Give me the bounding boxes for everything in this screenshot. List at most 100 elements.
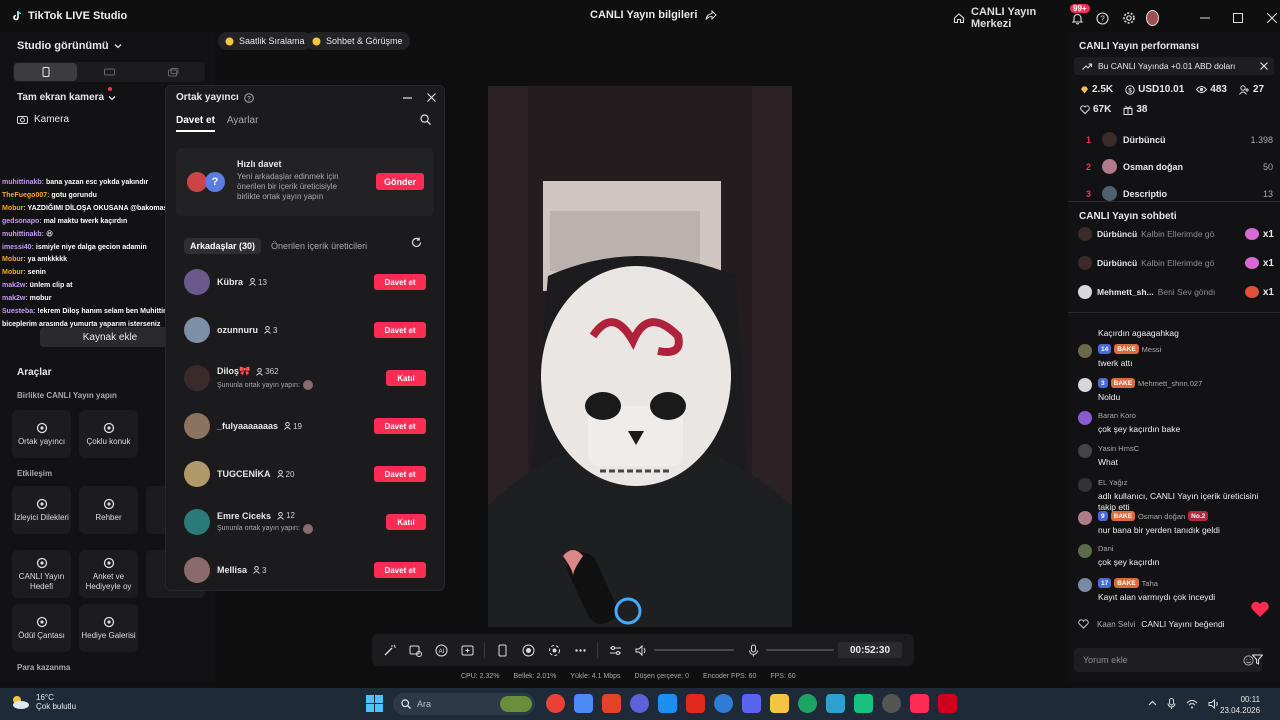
ai-icon[interactable]: AI [428,634,454,666]
diamonds-value: 2.5K [1092,84,1114,95]
comment-input[interactable]: Yorum ekle [1074,648,1262,672]
stream-stats: CPU: 2.32% Bellek: 2.01% Yükle: 4.1 Mbps… [461,673,796,680]
tiktok-icon[interactable] [910,694,929,713]
help-icon[interactable]: ? [1095,8,1111,28]
chat-user[interactable]: Mehmett_shnn.027 [1138,379,1202,388]
tool-rehber[interactable]: Rehber [79,486,138,534]
chat-call-button[interactable]: Sohbet & Görüşme [305,32,410,50]
folder-icon[interactable] [770,694,789,713]
screen-add-icon[interactable] [454,634,480,666]
minimize-button[interactable] [1193,8,1216,28]
opera-icon[interactable] [602,694,621,713]
gift-row: Dürbüncü Kalbin Ellerimde gö x1 [1078,227,1274,241]
weather-widget[interactable]: 16°C Çok bulutlu [10,693,76,711]
help-icon[interactable]: ? [244,92,254,103]
microphone-icon[interactable] [1167,698,1176,709]
vscode-icon[interactable] [826,694,845,713]
wifi-icon[interactable] [1186,699,1198,709]
youtube-icon[interactable] [938,694,957,713]
cpu-stat: CPU: 2.32% [461,673,500,680]
filter-icon[interactable] [1252,654,1263,665]
portrait-mode-button[interactable] [14,63,78,81]
chat-user[interactable]: Osman doğan [1138,512,1185,521]
record-icon[interactable] [515,634,541,666]
audio-mixer-icon[interactable] [602,634,628,666]
chat-user[interactable]: Messi [1142,345,1162,354]
source-item-camera[interactable]: Kamera [17,114,69,125]
close-button[interactable] [1260,8,1280,28]
opera-gx-icon[interactable] [686,694,705,713]
tool-i-zleyici-dilekleri[interactable]: İzleyici Dilekleri [12,486,71,534]
chat-user[interactable]: Yasin HmsC [1098,444,1139,453]
chevron-up-icon[interactable] [1148,699,1157,708]
close-icon[interactable] [424,90,438,104]
avatar[interactable] [1146,10,1160,26]
refresh-icon[interactable] [411,237,422,248]
taskbar-search[interactable]: Ara [393,693,535,715]
send-button[interactable]: Gönder [376,173,424,190]
hourly-rank-button[interactable]: Saatlik Sıralama [218,32,312,50]
gear-icon[interactable] [1121,8,1137,28]
speaker-volume-slider[interactable] [654,649,734,651]
ranking-row[interactable]: 1 Dürbüncü 1.398 [1086,132,1273,147]
ranking-row[interactable]: 3 Descriptio 13 [1086,186,1273,201]
xbox-icon[interactable] [854,694,873,713]
mail-icon[interactable] [574,694,593,713]
chat-user[interactable]: Taha [1142,579,1158,588]
gifts-stat: 38 [1123,104,1147,115]
join-button[interactable]: Katıl [386,514,426,530]
scene-dropdown[interactable]: Tam ekran kamera [17,92,116,103]
windows-start-icon[interactable] [366,695,383,712]
chrome-icon[interactable] [798,694,817,713]
tool-ortak-yay-nc[interactable]: Ortak yayıncı [12,410,71,458]
tab-invite[interactable]: Davet et [176,115,215,132]
tool-d-l-antas[interactable]: Ödül Çantası [12,604,71,652]
minimize-icon[interactable] [400,90,414,104]
cohost-dialog: Ortak yayıncı ? Davet et Ayarlar ? Hızlı… [165,85,445,591]
avatar [1078,378,1092,392]
tab-friends[interactable]: Arkadaşlar (30) [184,238,262,254]
tab-suggested[interactable]: Önerilen içerik üreticileri [271,241,367,251]
invite-button[interactable]: Davet et [374,274,426,290]
ranking-row[interactable]: 2 Osman doğan 50 [1086,159,1273,174]
studio-view-dropdown[interactable]: Studio görünümü [17,40,122,52]
magic-wand-icon[interactable] [376,634,402,666]
rank-name: Descriptio [1123,188,1168,199]
invite-button[interactable]: Davet et [374,562,426,578]
chrome-icon[interactable] [546,694,565,713]
invite-button[interactable]: Davet et [374,466,426,482]
teams-icon[interactable] [630,694,649,713]
search-icon[interactable] [420,114,431,125]
invite-button[interactable]: Davet et [374,418,426,434]
store-icon[interactable] [714,694,733,713]
more-icon[interactable] [567,634,593,666]
chat-user[interactable]: Baran Koro [1098,411,1136,420]
edge-icon[interactable] [658,694,677,713]
camera-switch-icon[interactable] [541,634,567,666]
live-info-button[interactable]: CANLI Yayın bilgileri [590,9,718,21]
landscape-mode-button[interactable] [78,63,141,81]
live-center-button[interactable]: CANLI Yayın Merkezi [953,6,1052,30]
discord-icon[interactable] [742,694,761,713]
steam-icon[interactable] [882,694,901,713]
maximize-button[interactable] [1227,8,1250,28]
tool-hediye-galerisi[interactable]: Hediye Galerisi [79,604,138,652]
invite-button[interactable]: Davet et [374,322,426,338]
dual-mode-button[interactable] [142,63,205,81]
avatar [1078,544,1092,558]
mic-volume-slider[interactable] [766,649,834,651]
close-icon[interactable] [1260,62,1268,70]
microphone-icon[interactable] [740,634,766,666]
phone-icon[interactable] [489,634,515,666]
clock[interactable]: 00:11 23.04.2026 [1220,694,1260,716]
tool-oklu-konuk[interactable]: Çoklu konuk [79,410,138,458]
chat-user[interactable]: EL Yağız [1098,478,1127,487]
tool-canli-yay-n-hedefi[interactable]: CANLI Yayın Hedefi [12,550,71,598]
volume-icon[interactable] [1208,698,1220,709]
effects-icon[interactable] [402,634,428,666]
tool-anket-ve-hediyeyle-oy[interactable]: Anket ve Hediyeyle oy [79,550,138,598]
tab-settings[interactable]: Ayarlar [227,115,259,132]
chat-user[interactable]: Dani [1098,544,1113,553]
speaker-icon[interactable] [628,634,654,666]
join-button[interactable]: Katıl [386,370,426,386]
